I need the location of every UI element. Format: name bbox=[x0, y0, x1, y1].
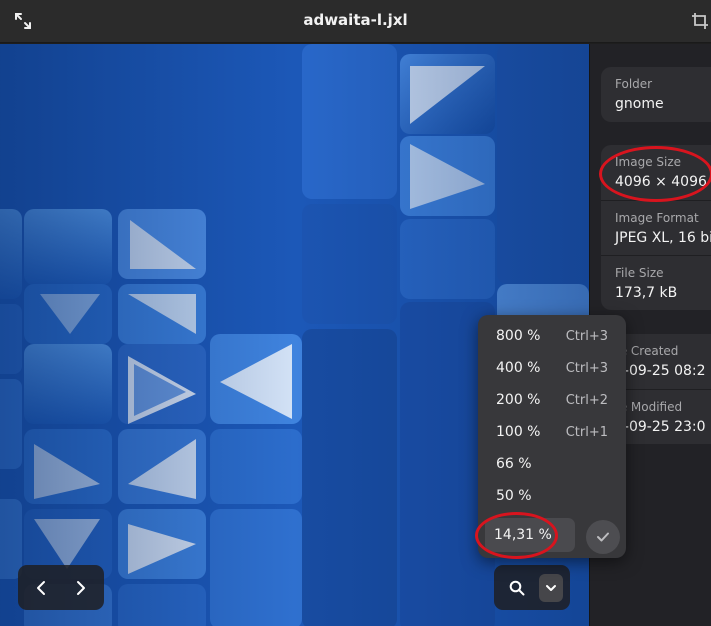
apply-zoom-button[interactable] bbox=[586, 520, 620, 554]
go-next-icon bbox=[77, 581, 85, 595]
next-button[interactable] bbox=[64, 571, 98, 605]
zoom-item-100[interactable]: 100 % Ctrl+1 bbox=[478, 416, 626, 448]
crop-icon bbox=[692, 13, 708, 29]
date-created-label: te Created bbox=[615, 344, 679, 358]
checkmark-icon bbox=[597, 532, 609, 542]
folder-row[interactable]: Folder gnome bbox=[601, 67, 711, 122]
image-format-value: JPEG XL, 16 bi bbox=[615, 230, 711, 246]
zoom-controls bbox=[494, 565, 570, 610]
file-size-row: File Size 173,7 kB bbox=[601, 255, 711, 310]
previous-button[interactable] bbox=[24, 571, 58, 605]
zoom-item-50[interactable]: 50 % bbox=[478, 480, 626, 512]
zoom-item-shortcut: Ctrl+1 bbox=[565, 424, 608, 440]
folder-card: Folder gnome bbox=[601, 67, 711, 122]
date-modified-label: te Modified bbox=[615, 400, 683, 414]
folder-label: Folder bbox=[615, 77, 653, 91]
file-size-value: 173,7 kB bbox=[615, 285, 678, 301]
image-size-label: Image Size bbox=[615, 155, 682, 169]
image-format-label: Image Format bbox=[615, 211, 699, 225]
date-created-value: 3-09-25 08:2 bbox=[615, 363, 706, 379]
go-previous-icon bbox=[37, 581, 45, 595]
zoom-item-shortcut: Ctrl+3 bbox=[565, 360, 608, 376]
file-size-label: File Size bbox=[615, 266, 664, 280]
zoom-item-label: 400 % bbox=[496, 360, 541, 376]
image-format-row: Image Format JPEG XL, 16 bi bbox=[601, 200, 711, 255]
zoom-item-shortcut: Ctrl+3 bbox=[565, 328, 608, 344]
zoom-value-entry[interactable]: 14,31 % bbox=[485, 518, 575, 552]
zoom-menu-button[interactable] bbox=[539, 574, 563, 602]
chevron-down-icon bbox=[546, 585, 556, 591]
window-title: adwaita-l.jxl bbox=[303, 11, 408, 29]
header-bar: adwaita-l.jxl bbox=[0, 0, 711, 43]
crop-button[interactable] bbox=[684, 6, 711, 36]
zoom-item-label: 66 % bbox=[496, 456, 532, 472]
image-size-value: 4096 × 4096 bbox=[615, 174, 707, 190]
folder-value: gnome bbox=[615, 96, 664, 112]
date-modified-value: 3-09-25 23:0 bbox=[615, 419, 706, 435]
zoom-item-label: 100 % bbox=[496, 424, 541, 440]
image-properties-card: Image Size 4096 × 4096 Image Format JPEG… bbox=[601, 145, 711, 310]
zoom-item-200[interactable]: 200 % Ctrl+2 bbox=[478, 384, 626, 416]
zoom-item-label: 800 % bbox=[496, 328, 541, 344]
zoom-item-66[interactable]: 66 % bbox=[478, 448, 626, 480]
zoom-icon bbox=[509, 580, 525, 596]
zoom-item-800[interactable]: 800 % Ctrl+3 bbox=[478, 320, 626, 352]
navigation-controls bbox=[18, 565, 104, 610]
zoom-button[interactable] bbox=[500, 571, 534, 605]
zoom-item-400[interactable]: 400 % Ctrl+3 bbox=[478, 352, 626, 384]
image-size-row: Image Size 4096 × 4096 bbox=[601, 145, 711, 200]
zoom-item-shortcut: Ctrl+2 bbox=[565, 392, 608, 408]
zoom-item-label: 50 % bbox=[496, 488, 532, 504]
zoom-item-label: 200 % bbox=[496, 392, 541, 408]
